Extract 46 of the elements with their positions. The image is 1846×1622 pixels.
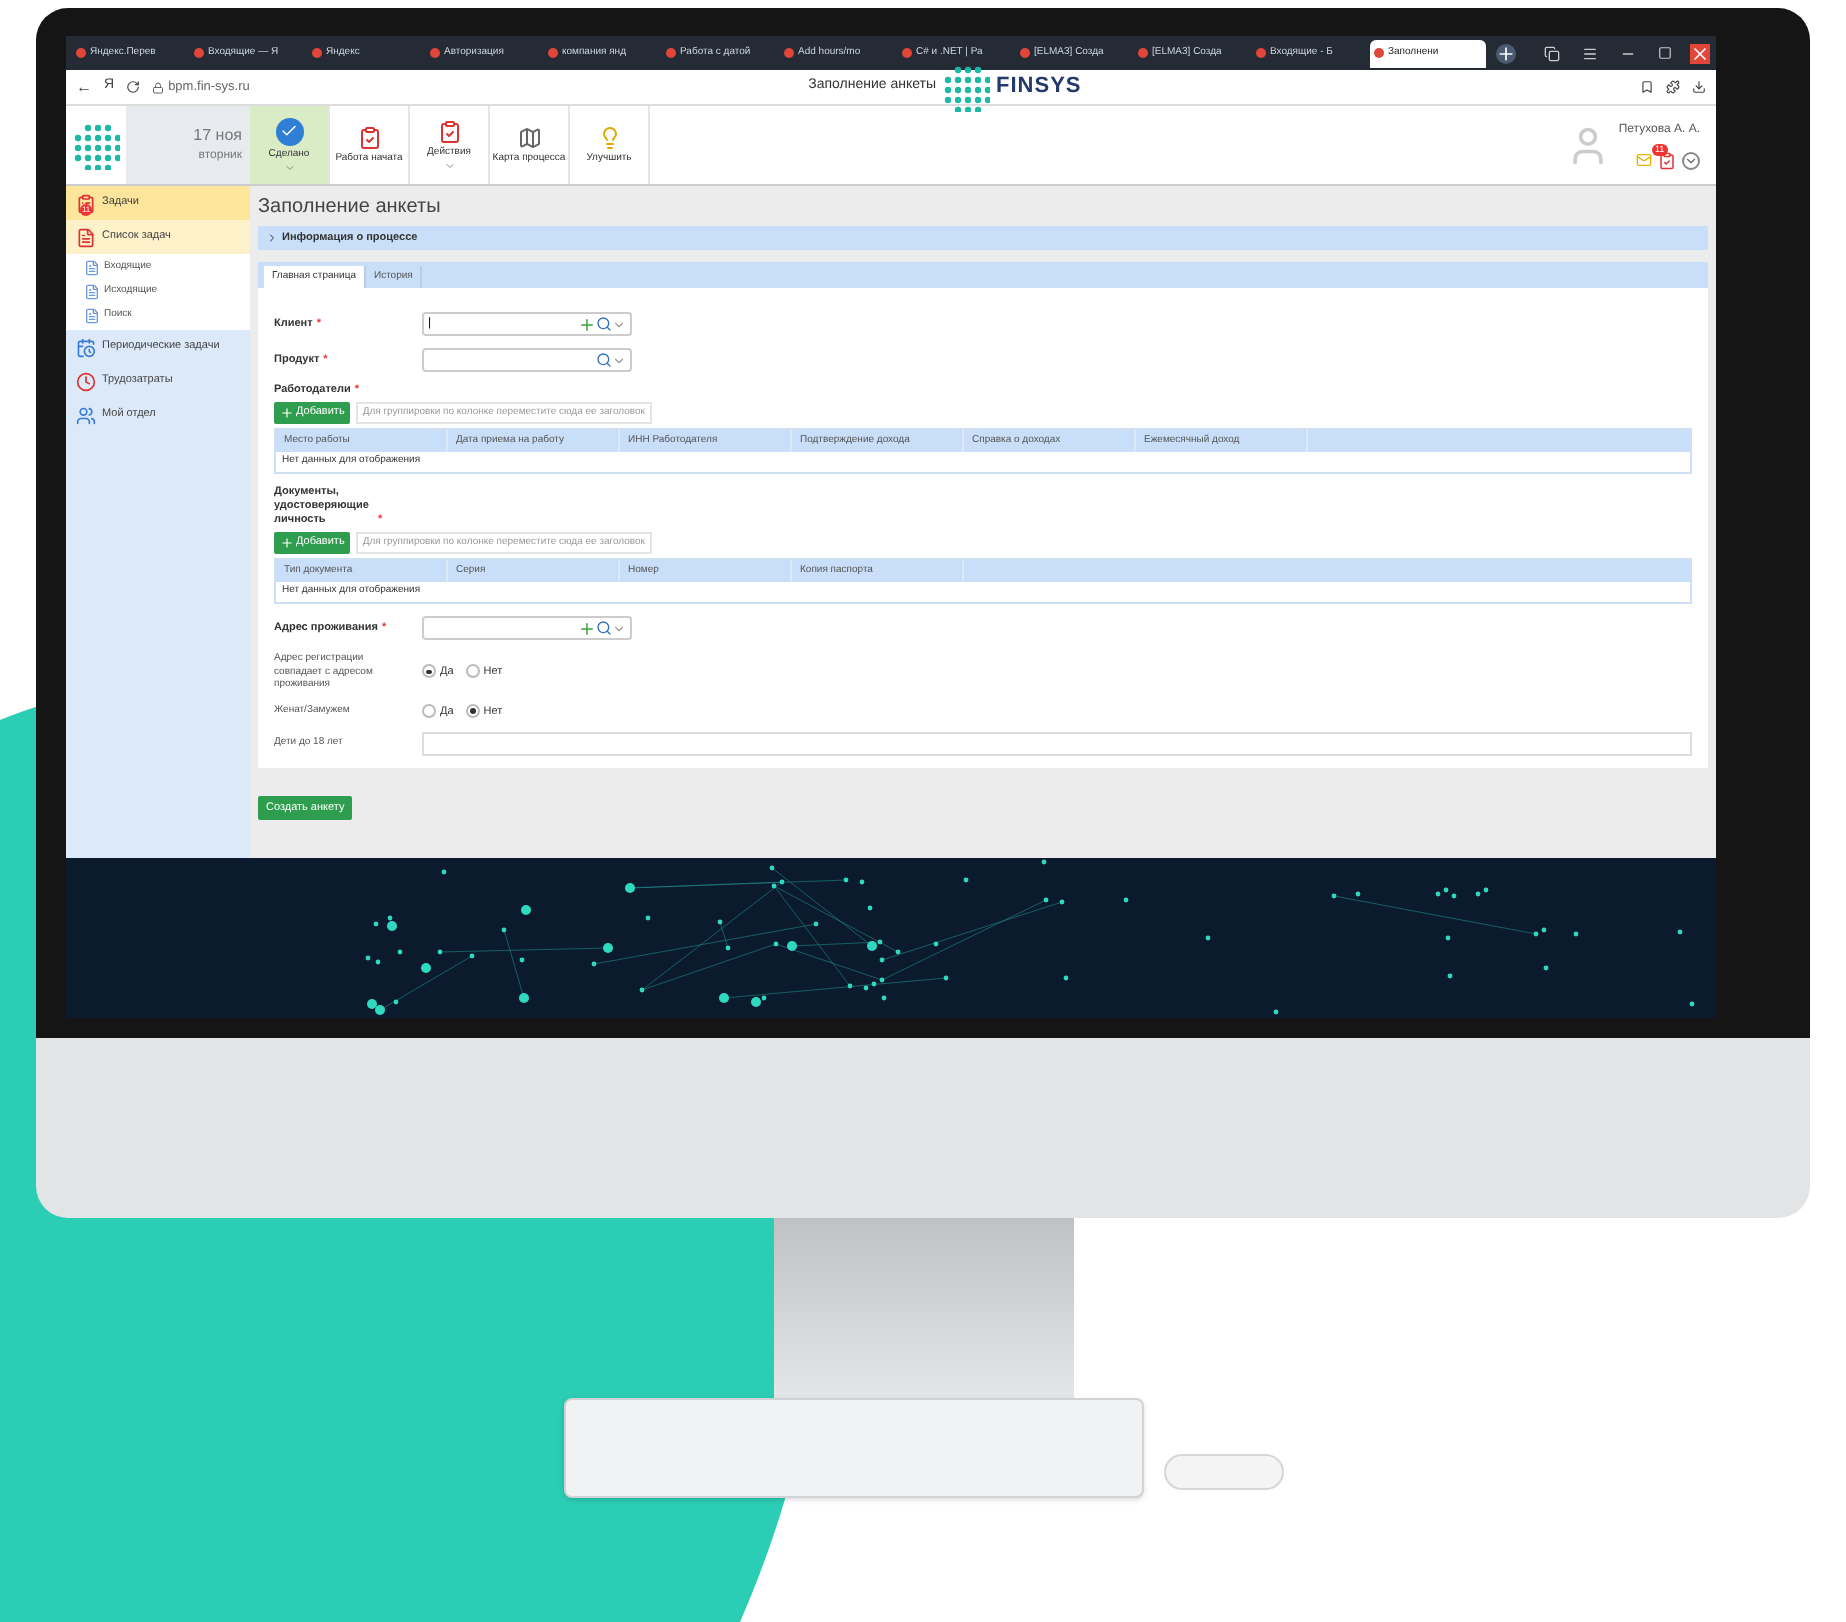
extension-icon[interactable] — [1666, 80, 1680, 94]
chevron-down-icon[interactable] — [612, 317, 626, 331]
search-icon[interactable] — [596, 620, 612, 636]
calendar-icon — [76, 337, 96, 357]
chevron-down-icon[interactable] — [612, 621, 626, 635]
document-icon — [84, 284, 100, 300]
back-button[interactable]: ← — [76, 75, 92, 99]
bookmark-icon[interactable] — [1640, 80, 1654, 94]
chevron-down-icon — [283, 161, 295, 173]
mouse-drawing — [1163, 1454, 1283, 1490]
search-icon[interactable] — [596, 316, 612, 332]
chevron-down-icon[interactable] — [612, 353, 626, 367]
document-icon — [76, 227, 96, 247]
logo-text: FINSYS — [996, 72, 1082, 103]
chevron-down-icon — [443, 159, 455, 171]
chevron-right-icon — [266, 232, 278, 244]
clipboard-icon — [357, 126, 381, 150]
text-field[interactable] — [422, 731, 1692, 756]
plus-icon — [280, 406, 294, 420]
search-icon[interactable] — [596, 352, 612, 368]
map-icon — [517, 126, 541, 150]
dotted-logo-icon — [72, 121, 120, 169]
download-icon[interactable] — [1692, 80, 1706, 94]
radio-button[interactable] — [465, 664, 480, 679]
radio-button[interactable] — [465, 704, 480, 719]
menu-icon[interactable] — [1582, 45, 1598, 61]
document-icon — [84, 260, 100, 276]
close-icon[interactable] — [1690, 43, 1710, 63]
date-text: 17 ноя — [193, 124, 242, 148]
lookup-field[interactable] — [422, 616, 632, 640]
maximize-icon[interactable] — [1658, 46, 1672, 60]
lightbulb-icon — [597, 126, 621, 150]
chevron-down-icon[interactable] — [1682, 151, 1700, 169]
lookup-field[interactable] — [422, 348, 632, 372]
radio-button[interactable] — [422, 704, 436, 719]
clock-icon — [76, 371, 96, 391]
new-tab-icon[interactable] — [1496, 43, 1516, 63]
tabs-icon[interactable] — [1544, 45, 1560, 61]
dotted-logo-icon — [942, 63, 991, 111]
radio-button[interactable] — [422, 664, 436, 679]
document-icon — [84, 308, 100, 324]
page-heading: Заполнение анкеты — [258, 193, 441, 221]
reload-icon[interactable] — [126, 80, 141, 94]
people-icon — [76, 405, 96, 425]
clipboard-icon — [437, 119, 461, 143]
plus-icon — [280, 536, 294, 550]
